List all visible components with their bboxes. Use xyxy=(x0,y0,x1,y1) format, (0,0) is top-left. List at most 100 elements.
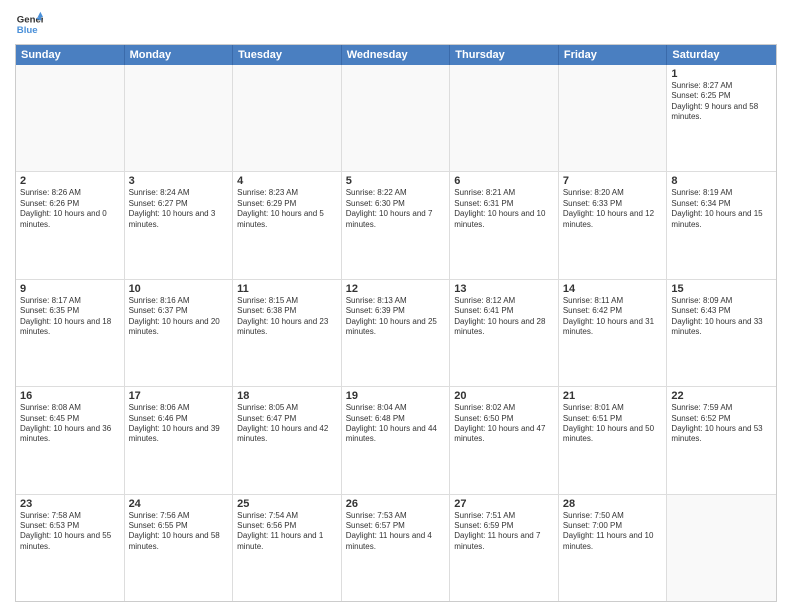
day-number: 3 xyxy=(129,175,229,187)
day-number: 7 xyxy=(563,175,663,187)
day-number: 22 xyxy=(671,390,772,402)
cell-text: Sunrise: 8:23 AM Sunset: 6:29 PM Dayligh… xyxy=(237,188,337,230)
calendar-cell xyxy=(342,65,451,171)
day-number: 17 xyxy=(129,390,229,402)
calendar-cell: 17Sunrise: 8:06 AM Sunset: 6:46 PM Dayli… xyxy=(125,387,234,493)
cell-text: Sunrise: 7:53 AM Sunset: 6:57 PM Dayligh… xyxy=(346,511,446,553)
day-number: 26 xyxy=(346,498,446,510)
day-number: 10 xyxy=(129,283,229,295)
cell-text: Sunrise: 7:59 AM Sunset: 6:52 PM Dayligh… xyxy=(671,403,772,445)
calendar-cell: 19Sunrise: 8:04 AM Sunset: 6:48 PM Dayli… xyxy=(342,387,451,493)
calendar-cell: 6Sunrise: 8:21 AM Sunset: 6:31 PM Daylig… xyxy=(450,172,559,278)
cell-text: Sunrise: 8:22 AM Sunset: 6:30 PM Dayligh… xyxy=(346,188,446,230)
day-number: 19 xyxy=(346,390,446,402)
day-number: 14 xyxy=(563,283,663,295)
day-number: 13 xyxy=(454,283,554,295)
calendar-cell: 13Sunrise: 8:12 AM Sunset: 6:41 PM Dayli… xyxy=(450,280,559,386)
cell-text: Sunrise: 8:09 AM Sunset: 6:43 PM Dayligh… xyxy=(671,296,772,338)
calendar-cell: 1Sunrise: 8:27 AM Sunset: 6:25 PM Daylig… xyxy=(667,65,776,171)
calendar-cell: 25Sunrise: 7:54 AM Sunset: 6:56 PM Dayli… xyxy=(233,495,342,601)
header-day-saturday: Saturday xyxy=(667,45,776,65)
day-number: 16 xyxy=(20,390,120,402)
logo: General Blue xyxy=(15,10,47,38)
cell-text: Sunrise: 8:02 AM Sunset: 6:50 PM Dayligh… xyxy=(454,403,554,445)
cell-text: Sunrise: 8:08 AM Sunset: 6:45 PM Dayligh… xyxy=(20,403,120,445)
calendar-body: 1Sunrise: 8:27 AM Sunset: 6:25 PM Daylig… xyxy=(16,65,776,601)
day-number: 27 xyxy=(454,498,554,510)
calendar-cell: 22Sunrise: 7:59 AM Sunset: 6:52 PM Dayli… xyxy=(667,387,776,493)
calendar-cell: 16Sunrise: 8:08 AM Sunset: 6:45 PM Dayli… xyxy=(16,387,125,493)
calendar-cell xyxy=(450,65,559,171)
cell-text: Sunrise: 8:20 AM Sunset: 6:33 PM Dayligh… xyxy=(563,188,663,230)
cell-text: Sunrise: 7:54 AM Sunset: 6:56 PM Dayligh… xyxy=(237,511,337,553)
cell-text: Sunrise: 7:58 AM Sunset: 6:53 PM Dayligh… xyxy=(20,511,120,553)
day-number: 18 xyxy=(237,390,337,402)
cell-text: Sunrise: 8:01 AM Sunset: 6:51 PM Dayligh… xyxy=(563,403,663,445)
calendar-cell: 20Sunrise: 8:02 AM Sunset: 6:50 PM Dayli… xyxy=(450,387,559,493)
header-day-sunday: Sunday xyxy=(16,45,125,65)
day-number: 20 xyxy=(454,390,554,402)
cell-text: Sunrise: 8:11 AM Sunset: 6:42 PM Dayligh… xyxy=(563,296,663,338)
header-day-thursday: Thursday xyxy=(450,45,559,65)
calendar-cell xyxy=(233,65,342,171)
calendar-cell: 24Sunrise: 7:56 AM Sunset: 6:55 PM Dayli… xyxy=(125,495,234,601)
calendar-header: SundayMondayTuesdayWednesdayThursdayFrid… xyxy=(16,45,776,65)
day-number: 11 xyxy=(237,283,337,295)
week-row-3: 16Sunrise: 8:08 AM Sunset: 6:45 PM Dayli… xyxy=(16,387,776,494)
calendar-cell xyxy=(667,495,776,601)
day-number: 21 xyxy=(563,390,663,402)
logo-icon: General Blue xyxy=(15,10,43,38)
header-day-tuesday: Tuesday xyxy=(233,45,342,65)
cell-text: Sunrise: 8:26 AM Sunset: 6:26 PM Dayligh… xyxy=(20,188,120,230)
calendar-cell: 8Sunrise: 8:19 AM Sunset: 6:34 PM Daylig… xyxy=(667,172,776,278)
calendar-cell: 5Sunrise: 8:22 AM Sunset: 6:30 PM Daylig… xyxy=(342,172,451,278)
header-day-wednesday: Wednesday xyxy=(342,45,451,65)
cell-text: Sunrise: 8:24 AM Sunset: 6:27 PM Dayligh… xyxy=(129,188,229,230)
cell-text: Sunrise: 8:04 AM Sunset: 6:48 PM Dayligh… xyxy=(346,403,446,445)
calendar-cell: 9Sunrise: 8:17 AM Sunset: 6:35 PM Daylig… xyxy=(16,280,125,386)
cell-text: Sunrise: 8:17 AM Sunset: 6:35 PM Dayligh… xyxy=(20,296,120,338)
calendar-cell: 7Sunrise: 8:20 AM Sunset: 6:33 PM Daylig… xyxy=(559,172,668,278)
cell-text: Sunrise: 8:21 AM Sunset: 6:31 PM Dayligh… xyxy=(454,188,554,230)
calendar-cell: 15Sunrise: 8:09 AM Sunset: 6:43 PM Dayli… xyxy=(667,280,776,386)
day-number: 15 xyxy=(671,283,772,295)
day-number: 12 xyxy=(346,283,446,295)
day-number: 24 xyxy=(129,498,229,510)
day-number: 28 xyxy=(563,498,663,510)
calendar-cell: 18Sunrise: 8:05 AM Sunset: 6:47 PM Dayli… xyxy=(233,387,342,493)
calendar-cell: 10Sunrise: 8:16 AM Sunset: 6:37 PM Dayli… xyxy=(125,280,234,386)
cell-text: Sunrise: 7:50 AM Sunset: 7:00 PM Dayligh… xyxy=(563,511,663,553)
calendar-cell: 28Sunrise: 7:50 AM Sunset: 7:00 PM Dayli… xyxy=(559,495,668,601)
calendar-cell: 14Sunrise: 8:11 AM Sunset: 6:42 PM Dayli… xyxy=(559,280,668,386)
calendar-cell: 23Sunrise: 7:58 AM Sunset: 6:53 PM Dayli… xyxy=(16,495,125,601)
svg-text:Blue: Blue xyxy=(17,25,38,36)
cell-text: Sunrise: 8:06 AM Sunset: 6:46 PM Dayligh… xyxy=(129,403,229,445)
cell-text: Sunrise: 8:13 AM Sunset: 6:39 PM Dayligh… xyxy=(346,296,446,338)
cell-text: Sunrise: 8:15 AM Sunset: 6:38 PM Dayligh… xyxy=(237,296,337,338)
calendar-cell xyxy=(125,65,234,171)
day-number: 5 xyxy=(346,175,446,187)
calendar-cell xyxy=(559,65,668,171)
cell-text: Sunrise: 8:05 AM Sunset: 6:47 PM Dayligh… xyxy=(237,403,337,445)
calendar-cell: 4Sunrise: 8:23 AM Sunset: 6:29 PM Daylig… xyxy=(233,172,342,278)
cell-text: Sunrise: 8:12 AM Sunset: 6:41 PM Dayligh… xyxy=(454,296,554,338)
day-number: 23 xyxy=(20,498,120,510)
calendar-cell: 3Sunrise: 8:24 AM Sunset: 6:27 PM Daylig… xyxy=(125,172,234,278)
week-row-0: 1Sunrise: 8:27 AM Sunset: 6:25 PM Daylig… xyxy=(16,65,776,172)
day-number: 8 xyxy=(671,175,772,187)
week-row-2: 9Sunrise: 8:17 AM Sunset: 6:35 PM Daylig… xyxy=(16,280,776,387)
week-row-1: 2Sunrise: 8:26 AM Sunset: 6:26 PM Daylig… xyxy=(16,172,776,279)
day-number: 25 xyxy=(237,498,337,510)
header-day-monday: Monday xyxy=(125,45,234,65)
calendar-cell: 26Sunrise: 7:53 AM Sunset: 6:57 PM Dayli… xyxy=(342,495,451,601)
calendar-cell: 21Sunrise: 8:01 AM Sunset: 6:51 PM Dayli… xyxy=(559,387,668,493)
day-number: 4 xyxy=(237,175,337,187)
calendar-cell: 2Sunrise: 8:26 AM Sunset: 6:26 PM Daylig… xyxy=(16,172,125,278)
day-number: 2 xyxy=(20,175,120,187)
header-day-friday: Friday xyxy=(559,45,668,65)
calendar-cell xyxy=(16,65,125,171)
calendar-cell: 27Sunrise: 7:51 AM Sunset: 6:59 PM Dayli… xyxy=(450,495,559,601)
cell-text: Sunrise: 7:56 AM Sunset: 6:55 PM Dayligh… xyxy=(129,511,229,553)
header: General Blue xyxy=(15,10,777,38)
cell-text: Sunrise: 8:27 AM Sunset: 6:25 PM Dayligh… xyxy=(671,81,772,123)
